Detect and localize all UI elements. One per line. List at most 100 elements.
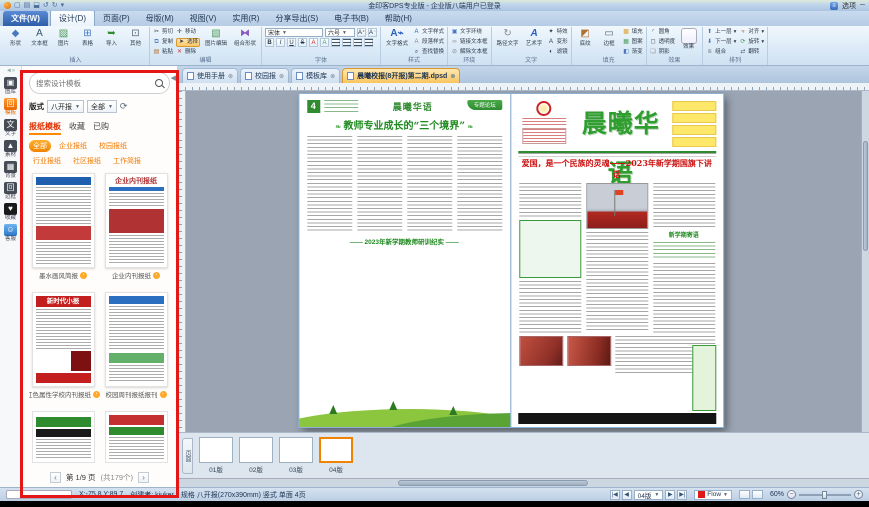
text-filter-button[interactable]: ◐滤镜 xyxy=(548,49,568,56)
text-deform-button[interactable]: A变形 xyxy=(548,39,568,46)
textbox-button[interactable]: A文本框 xyxy=(29,28,50,57)
select-button[interactable]: ➤选择 xyxy=(176,38,200,47)
tab-purchased[interactable]: 已购 xyxy=(93,121,109,135)
align-center-button[interactable] xyxy=(342,38,351,47)
find-replace-button[interactable]: ⌕查找替换 xyxy=(413,49,444,56)
corner-button[interactable]: ◜圆角 xyxy=(650,29,676,36)
menu-tab-design[interactable]: 设计(D) xyxy=(50,10,95,26)
more-insert-button[interactable]: ⊡其他 xyxy=(125,28,146,57)
last-page-button[interactable]: ▶| xyxy=(677,490,687,500)
zoom-out-button[interactable]: − xyxy=(787,490,796,499)
horizontal-scroll-thumb[interactable] xyxy=(398,480,588,486)
zoom-slider[interactable] xyxy=(799,494,851,496)
menu-tab-utility[interactable]: 实用(R) xyxy=(224,11,267,26)
vertical-scrollbar[interactable] xyxy=(861,91,869,432)
rail-item-background[interactable]: ▦背景 xyxy=(4,161,17,179)
rail-item-frames[interactable]: 回边框 xyxy=(4,182,17,200)
para-style-button[interactable]: A段落样式 xyxy=(413,39,444,46)
menu-tab-share-export[interactable]: 分享导出(S) xyxy=(267,11,326,26)
close-tab-icon[interactable]: ⊗ xyxy=(228,73,233,80)
rotate-button[interactable]: ⟳旋转 ▾ xyxy=(739,39,764,46)
table-button[interactable]: ⊞表格 xyxy=(77,28,98,57)
page-thumb-01[interactable]: 01版 xyxy=(199,437,233,474)
bring-forward-button[interactable]: ⬆上一层 ▾ xyxy=(706,29,736,36)
menu-tab-page[interactable]: 页面(P) xyxy=(95,11,138,26)
search-input[interactable] xyxy=(36,79,151,88)
template-go-icon[interactable]: › xyxy=(153,272,160,279)
rail-item-gallery[interactable]: ▣图库 xyxy=(4,77,17,95)
save-icon[interactable]: ⬓ xyxy=(33,2,40,10)
italic-button[interactable]: I xyxy=(276,38,285,47)
effect-button[interactable]: 效果 xyxy=(678,28,699,57)
tab-newspaper-templates[interactable]: 报纸模板 xyxy=(29,121,61,135)
pill-industry[interactable]: 行业报纸 xyxy=(29,155,65,167)
border-button[interactable]: ▭边框 xyxy=(599,28,620,57)
menu-tab-file[interactable]: 文件(W) xyxy=(3,11,48,26)
canvas[interactable]: 4 晨曦华语 专题论坛 ❧ 教师专业成长的“三个境界” ❧ —— 2023年新学… xyxy=(186,91,861,432)
font-larger-button[interactable]: A⁺ xyxy=(357,28,366,37)
font-size-select[interactable]: 六号▼ xyxy=(325,28,355,37)
import-button[interactable]: ➥导入 xyxy=(101,28,122,57)
align-left-button[interactable] xyxy=(331,38,340,47)
shadow-button[interactable]: ❏阴影 xyxy=(650,49,676,56)
pattern-button[interactable]: ▦图案 xyxy=(623,39,643,46)
rail-item-service[interactable]: ☺客服 xyxy=(4,224,17,242)
rail-item-favorites[interactable]: ♥收藏 xyxy=(4,203,17,221)
redo-icon[interactable]: ↻ xyxy=(52,2,58,10)
template-item[interactable] xyxy=(105,411,168,463)
rail-item-templates[interactable]: 回模板 xyxy=(4,98,17,116)
template-item[interactable]: 新时代小报 红色属性学校内刊报纸› xyxy=(32,292,95,403)
close-tab-icon[interactable]: ⊗ xyxy=(450,73,455,80)
refresh-icon[interactable]: ⟳ xyxy=(120,101,128,112)
pill-enterprise[interactable]: 企业报纸 xyxy=(55,140,91,152)
wordart-button[interactable]: A艺术字 xyxy=(524,28,545,57)
newspaper-spread[interactable]: 4 晨曦华语 专题论坛 ❧ 教师专业成长的“三个境界” ❧ —— 2023年新学… xyxy=(299,94,723,427)
gradient-button[interactable]: ◧渐变 xyxy=(623,49,643,56)
strike-button[interactable]: S xyxy=(298,38,307,47)
unlink-textbox-button[interactable]: ⊘解除文本框 xyxy=(451,49,488,56)
fill-button[interactable]: ▩填充 xyxy=(623,29,643,36)
opacity-button[interactable]: ◻透明度 xyxy=(650,39,676,46)
cut-button[interactable]: ✂剪切 xyxy=(153,29,173,36)
pill-community[interactable]: 社区报纸 xyxy=(69,155,105,167)
page-select[interactable]: 04版▼ xyxy=(634,490,664,500)
doc-tab[interactable]: 校园报⊗ xyxy=(240,68,289,83)
template-go-icon[interactable]: › xyxy=(93,391,100,398)
text-effect-button[interactable]: ✦特效 xyxy=(548,29,568,36)
template-item[interactable]: 企业内刊报纸 企业内刊报纸› xyxy=(105,173,168,284)
pages-strip-tab[interactable]: 页面 xyxy=(182,438,193,474)
single-page-view-icon[interactable] xyxy=(739,490,750,499)
align-right-button[interactable] xyxy=(353,38,362,47)
search-icon[interactable] xyxy=(155,79,163,87)
font-smaller-button[interactable]: A⁻ xyxy=(368,28,377,37)
shape-button[interactable]: ◆形状 xyxy=(5,28,26,57)
next-page-nav-button[interactable]: ▶ xyxy=(665,490,675,500)
spread-view-icon[interactable] xyxy=(752,490,763,499)
menu-tab-help[interactable]: 帮助(H) xyxy=(377,11,420,26)
path-text-button[interactable]: ↻路径文字 xyxy=(495,28,521,57)
search-box[interactable] xyxy=(29,72,170,94)
close-tab-icon[interactable]: ⊗ xyxy=(279,73,284,80)
tab-favorites[interactable]: 收藏 xyxy=(69,121,85,135)
qat-dropdown-icon[interactable]: ▾ xyxy=(61,2,65,10)
move-button[interactable]: ✛移动 xyxy=(176,29,200,36)
shading-button[interactable]: ◩底纹 xyxy=(575,28,596,57)
image-button[interactable]: ▨图片 xyxy=(53,28,74,57)
combine-shape-button[interactable]: ⧓组合形状 xyxy=(232,28,258,57)
underline-button[interactable]: U xyxy=(287,38,296,47)
pill-all[interactable]: 全部 xyxy=(29,140,51,152)
zoom-slider-knob[interactable] xyxy=(822,491,827,499)
rail-item-text[interactable]: 文文字 xyxy=(4,119,17,137)
panel-collapse-icon[interactable]: ◀ xyxy=(171,74,176,82)
image-edit-button[interactable]: ▧图片编辑 xyxy=(203,28,229,57)
group-button[interactable]: ⧈组合 xyxy=(706,49,736,56)
page-thumb-04[interactable]: 04版 xyxy=(319,437,353,474)
minimize-icon[interactable]: ─ xyxy=(860,2,865,9)
options-label[interactable]: 选项 xyxy=(842,1,856,11)
font-family-select[interactable]: 宋体▼ xyxy=(265,28,323,37)
doc-tab[interactable]: 模板库⊗ xyxy=(291,68,340,83)
scope-select[interactable]: 全部▼ xyxy=(87,100,117,113)
new-doc-icon[interactable]: ▢ xyxy=(14,2,21,10)
pill-briefing[interactable]: 工作简报 xyxy=(109,155,145,167)
font-color-button[interactable]: A xyxy=(309,38,318,47)
